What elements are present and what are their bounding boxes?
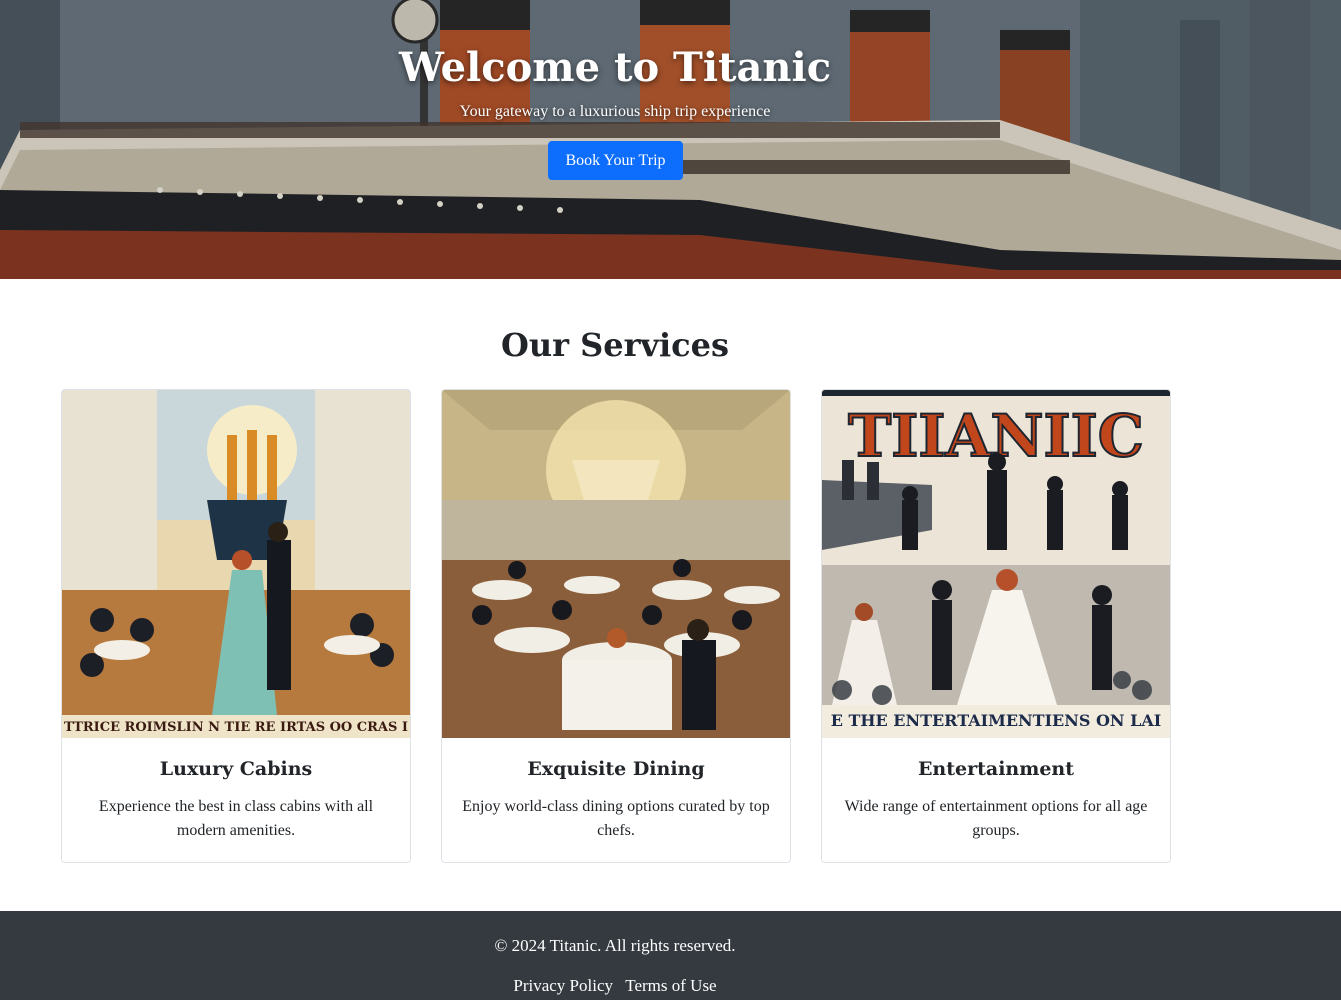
hero-section: Welcome to Titanic Your gateway to a lux…: [0, 0, 1341, 279]
service-card-exquisite-dining: Exquisite Dining Enjoy world-class dinin…: [441, 389, 791, 863]
privacy-policy-link[interactable]: Privacy Policy: [513, 976, 613, 995]
card-text: Experience the best in class cabins with…: [98, 798, 374, 839]
luxury-cabins-image: TTRICE ROIMSLIN N TIE RE IRTAS OO CRAS I: [62, 390, 410, 738]
hero-ship-illustration: [0, 0, 1341, 279]
footer: © 2024 Titanic. All rights reserved. Pri…: [0, 911, 1341, 1000]
hero-title: Welcome to Titanic: [398, 44, 832, 91]
card-text: Wide range of entertainment options for …: [844, 798, 1148, 839]
card-title: Entertainment: [917, 758, 1075, 780]
copyright-text: © 2024 Titanic. All rights reserved.: [494, 936, 736, 955]
service-card-entertainment: TIIANIIC E THE ENTERTAIMENTIENS ON LAI E…: [821, 389, 1171, 863]
card-title: Exquisite Dining: [527, 758, 705, 780]
svg-text:E THE ENTERTAIMENTIENS ON LAI: E THE ENTERTAIMENTIENS ON LAI: [831, 711, 1162, 730]
svg-text:TTRICE ROIMSLIN N TIE RE IRTAS: TTRICE ROIMSLIN N TIE RE IRTAS OO CRAS I: [64, 720, 408, 735]
card-text: Enjoy world-class dining options curated…: [462, 798, 770, 839]
entertainment-image: TIIANIIC E THE ENTERTAIMENTIENS ON LAI: [822, 390, 1170, 738]
book-trip-button[interactable]: Book Your Trip: [548, 141, 683, 180]
services-heading: Our Services: [500, 326, 730, 364]
hero-subtitle: Your gateway to a luxurious ship trip ex…: [459, 103, 771, 120]
card-title: Luxury Cabins: [159, 758, 313, 780]
service-card-luxury-cabins: TTRICE ROIMSLIN N TIE RE IRTAS OO CRAS I…: [61, 389, 411, 863]
footer-links: Privacy Policy Terms of Use: [0, 976, 1230, 996]
exquisite-dining-image: [442, 390, 790, 738]
terms-of-use-link[interactable]: Terms of Use: [625, 976, 716, 995]
